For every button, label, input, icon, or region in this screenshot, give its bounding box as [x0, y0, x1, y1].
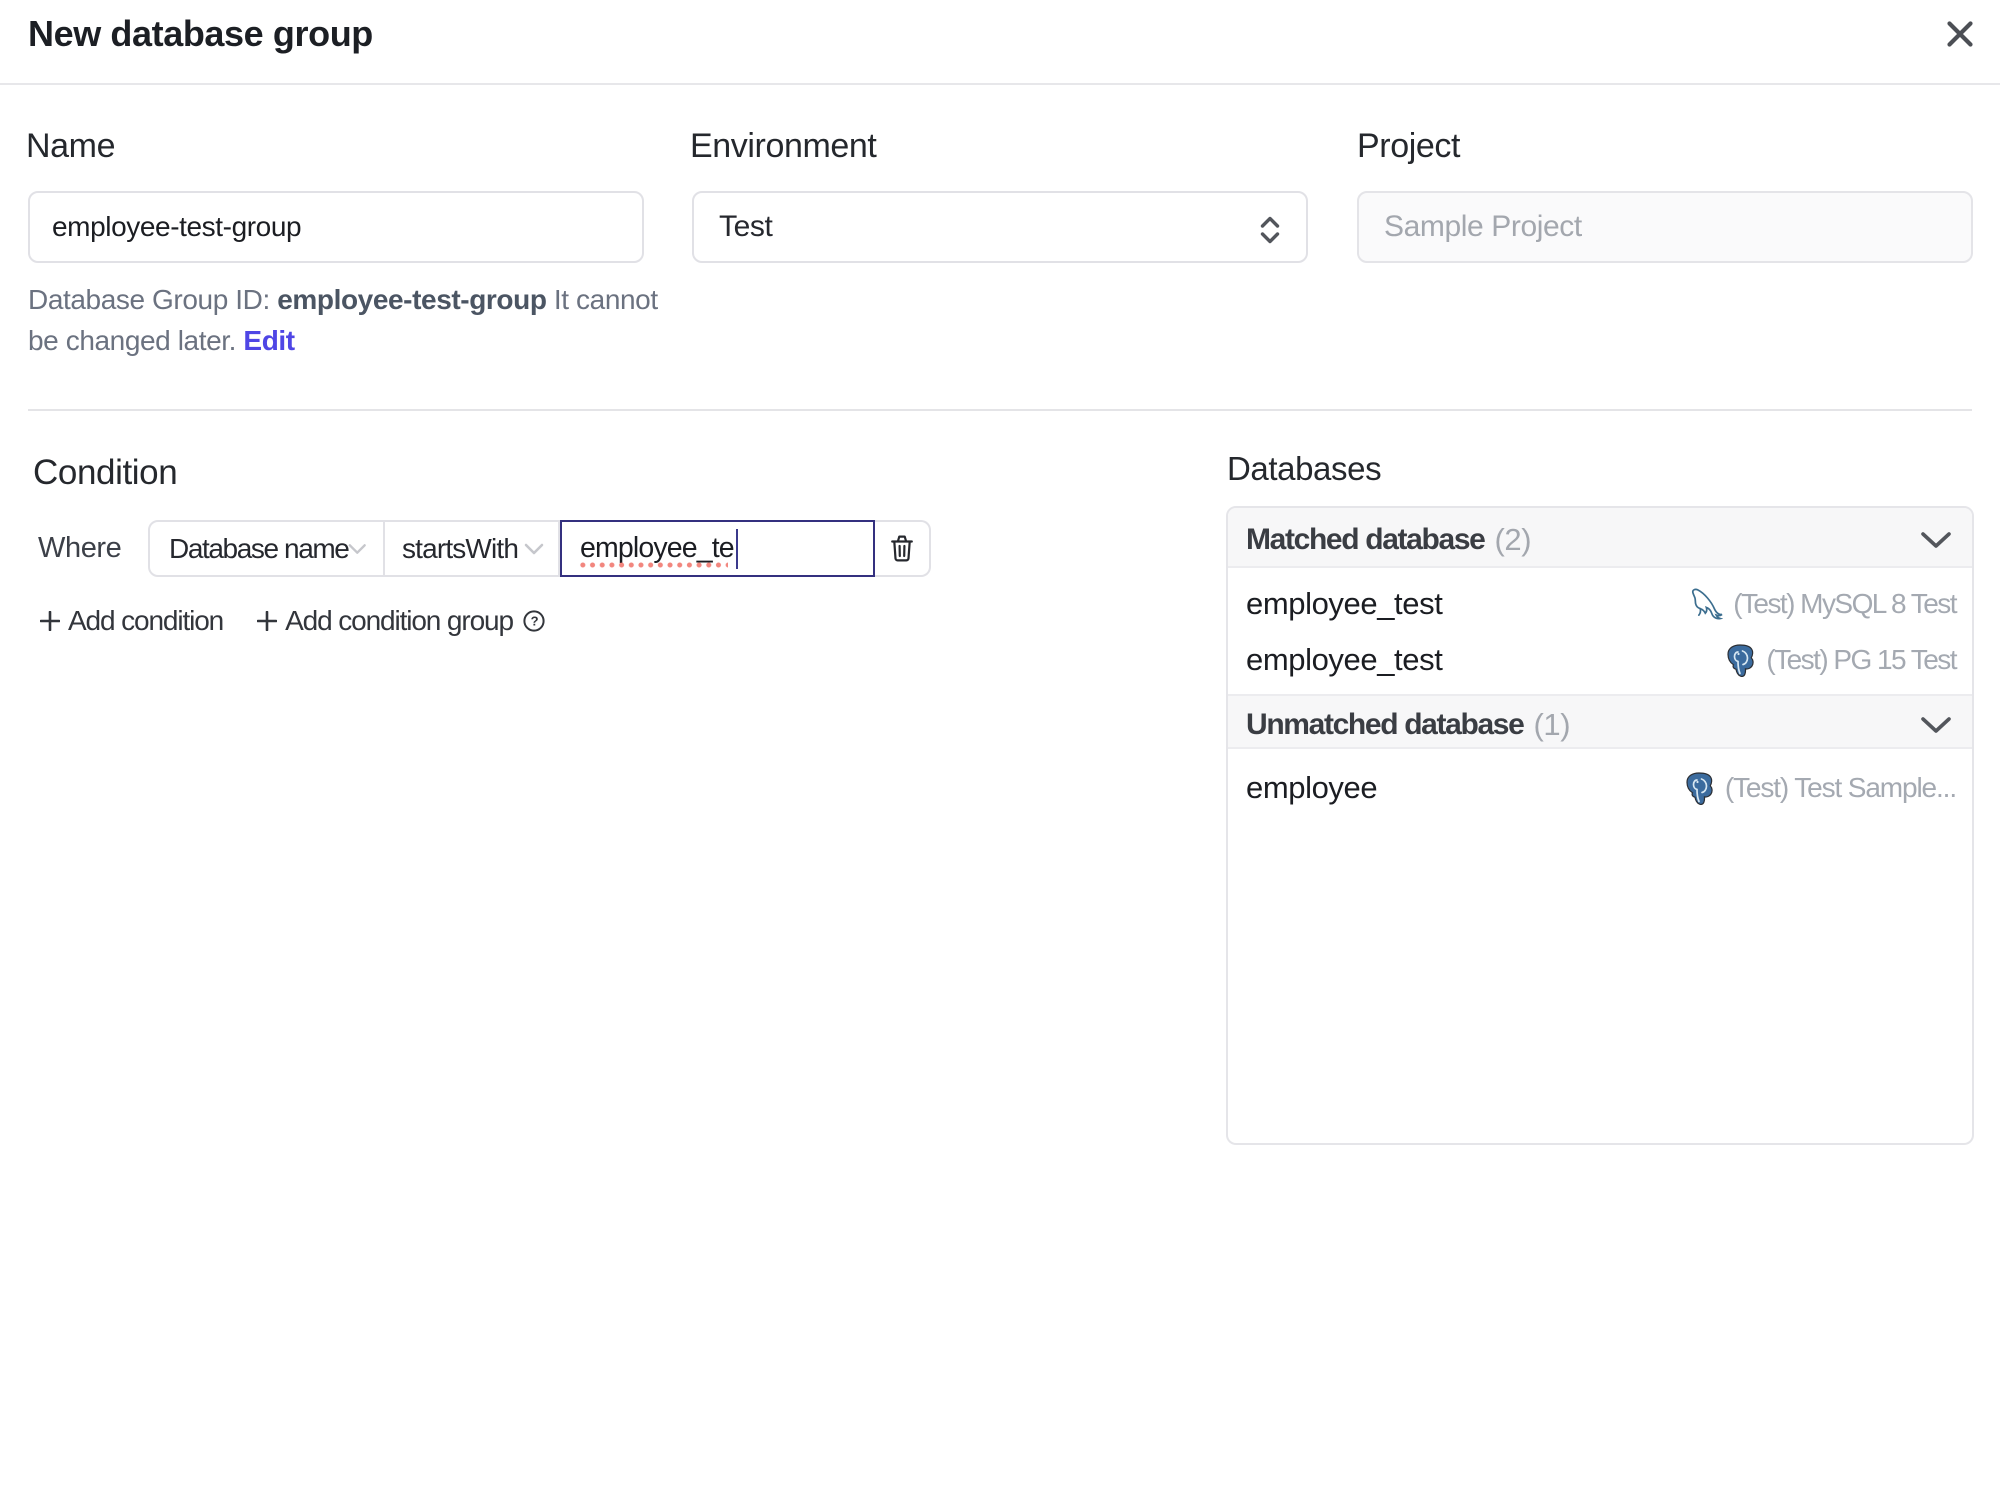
svg-text:?: ? — [531, 613, 539, 628]
